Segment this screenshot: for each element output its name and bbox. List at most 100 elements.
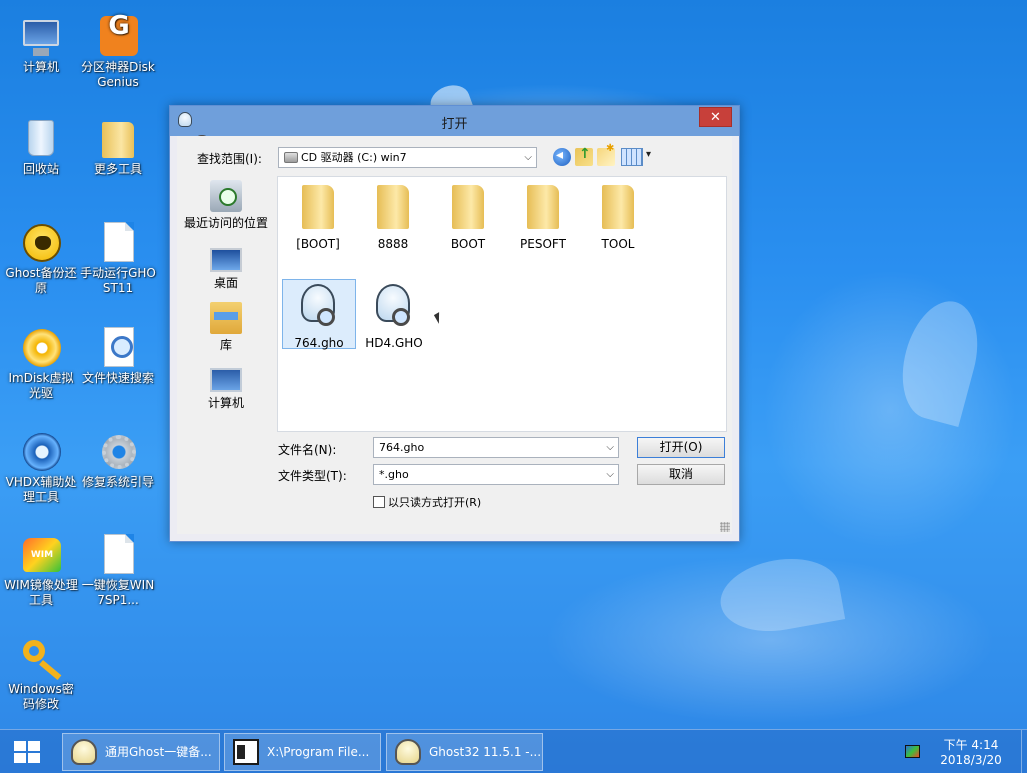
desktop-icon-wim-tool[interactable]: WIM镜像处理工具 — [3, 532, 79, 608]
look-in-label: 查找范围(I): — [197, 152, 262, 166]
desktop-icon-recycle-bin[interactable]: 回收站 — [3, 116, 79, 177]
desktop-icon-run-ghost11[interactable]: 手动运行GHOST11 — [80, 220, 156, 296]
new-folder-icon[interactable] — [597, 143, 615, 166]
desktop-icon-label: WIM镜像处理工具 — [4, 578, 78, 607]
taskbar-item-console[interactable]: X:\Program File... — [224, 733, 381, 771]
file-name-label: 文件名(N): — [278, 443, 337, 457]
desktop-icon-label: 手动运行GHOST11 — [80, 266, 156, 295]
place-computer[interactable]: 计算机 — [180, 362, 272, 411]
gear-icon — [96, 429, 140, 473]
desktop-icon-vhdx[interactable]: VHDX辅助处理工具 — [3, 429, 79, 505]
up-folder-icon[interactable] — [575, 146, 593, 166]
folder-icon — [96, 116, 140, 160]
desktop-icon-imdisk[interactable]: ImDisk虚拟光驱 — [3, 325, 79, 401]
file-item-folder[interactable]: TOOL — [581, 181, 655, 251]
desktop-icon-label: Ghost备份还原 — [5, 266, 77, 295]
places-bar: 最近访问的位置 桌面 库 计算机 — [180, 176, 272, 528]
chevron-down-icon: ⌵ — [606, 442, 614, 453]
place-label: 计算机 — [207, 396, 244, 410]
desktop-icon-more-tools[interactable]: 更多工具 — [80, 116, 156, 177]
desktop-icon-diskgenius[interactable]: 分区神器DiskGenius — [80, 14, 156, 90]
taskbar: 通用Ghost一键备... X:\Program File... Ghost32… — [0, 729, 1027, 773]
recent-places-icon — [210, 180, 242, 212]
desktop-icon-label: 回收站 — [22, 162, 59, 176]
taskbar-item-label: X:\Program File... — [267, 745, 370, 759]
cd-drive-icon — [284, 152, 298, 163]
computer-icon — [210, 368, 242, 392]
desktop-icon-label: Windows密码修改 — [8, 682, 74, 711]
desktop-icon-label: 分区神器DiskGenius — [81, 60, 155, 89]
file-list[interactable]: [BOOT] 8888 BOOT PESOFT TOOL 764.gho HD4… — [277, 176, 727, 432]
desktop-icon-label: 更多工具 — [93, 162, 142, 176]
libraries-icon — [210, 302, 242, 334]
windows-logo-icon — [14, 753, 26, 763]
checkbox-box[interactable] — [373, 496, 385, 508]
wallpaper-petal — [890, 292, 990, 428]
back-icon[interactable] — [553, 147, 571, 166]
file-name: 764.gho — [294, 336, 344, 350]
file-type-select[interactable]: *.gho ⌵ — [373, 464, 619, 485]
file-item-folder[interactable]: BOOT — [431, 181, 505, 251]
desktop-icon-windows-password[interactable]: Windows密码修改 — [3, 636, 79, 712]
document-icon — [96, 220, 140, 264]
desktop-icon-restore-win7[interactable]: 一键恢复WIN7SP1... — [80, 532, 156, 608]
view-menu-icon[interactable] — [621, 148, 651, 166]
look-in-value: CD 驱动器 (C:) win7 — [301, 151, 407, 164]
desktop-icon-label: 文件快速搜索 — [81, 371, 154, 385]
recycle-bin-icon — [19, 116, 63, 160]
desktop-icon-label: 修复系统引导 — [81, 475, 154, 489]
disc-icon — [19, 325, 63, 369]
taskbar-item-ghost-backup[interactable]: 通用Ghost一键备... — [62, 733, 220, 771]
chevron-down-icon: ⌵ — [524, 152, 532, 163]
wim-icon — [19, 532, 63, 576]
desktop-icon-repair-boot[interactable]: 修复系统引导 — [80, 429, 156, 490]
taskbar-clock[interactable]: 下午 4:14 2018/3/20 — [935, 738, 1007, 768]
file-item-folder[interactable]: 8888 — [356, 181, 430, 251]
file-name-value: 764.gho — [379, 441, 425, 454]
tray-app-icon[interactable] — [905, 745, 920, 758]
desktop-icon-label: 一键恢复WIN7SP1... — [81, 578, 155, 607]
ghost-file-icon — [297, 282, 341, 330]
look-in-combobox[interactable]: CD 驱动器 (C:) win7 ⌵ — [278, 147, 537, 168]
place-label: 最近访问的位置 — [183, 216, 268, 230]
desktop-icon-computer[interactable]: 计算机 — [3, 14, 79, 75]
close-button[interactable]: ✕ — [699, 107, 732, 127]
ghost-icon — [395, 739, 421, 765]
wallpaper-petal — [714, 550, 846, 640]
place-label: 库 — [219, 338, 232, 352]
file-item-folder[interactable]: [BOOT] — [281, 181, 355, 251]
chevron-down-icon: ⌵ — [606, 469, 614, 480]
ghost-icon — [71, 739, 97, 765]
folder-icon — [521, 183, 565, 231]
computer-icon — [19, 14, 63, 58]
desktop-icon — [210, 248, 242, 272]
desktop-icon-ghost-backup[interactable]: Ghost备份还原 — [3, 220, 79, 296]
open-button[interactable]: 打开(O) — [637, 437, 725, 458]
desktop-icon-label: VHDX辅助处理工具 — [5, 475, 77, 504]
file-item-folder[interactable]: PESOFT — [506, 181, 580, 251]
readonly-checkbox[interactable]: 以只读方式打开(R) — [373, 494, 481, 510]
file-item-ghost[interactable]: HD4.GHO — [357, 280, 431, 350]
document-icon — [96, 532, 140, 576]
file-name-input[interactable]: 764.gho ⌵ — [373, 437, 619, 458]
dialog-titlebar[interactable]: 打开 ✕ — [170, 106, 739, 153]
place-libraries[interactable]: 库 — [180, 302, 272, 353]
place-desktop[interactable]: 桌面 — [180, 242, 272, 291]
file-type-label: 文件类型(T): — [278, 469, 347, 483]
folder-icon — [446, 183, 490, 231]
show-desktop-button[interactable] — [1021, 730, 1027, 773]
resize-grip[interactable] — [720, 522, 730, 532]
file-name: [BOOT] — [296, 237, 340, 251]
file-item-ghost-selected[interactable]: 764.gho — [282, 279, 356, 350]
dialog-title: 打开 — [441, 117, 468, 132]
cancel-button[interactable]: 取消 — [637, 464, 725, 485]
file-name: 8888 — [377, 237, 409, 251]
taskbar-item-ghost32[interactable]: Ghost32 11.5.1 -... — [386, 733, 543, 771]
console-icon — [233, 739, 259, 765]
start-button[interactable] — [14, 741, 40, 763]
place-recent[interactable]: 最近访问的位置 — [180, 180, 272, 231]
desktop-icon-file-search[interactable]: 文件快速搜索 — [80, 325, 156, 386]
dialog-client: 查找范围(I): CD 驱动器 (C:) win7 ⌵ 最近访问的位置 桌面 库 — [177, 136, 732, 534]
open-file-dialog: 打开 ✕ 查找范围(I): CD 驱动器 (C:) win7 ⌵ 最近访问的位置… — [169, 105, 740, 542]
key-icon — [19, 636, 63, 680]
